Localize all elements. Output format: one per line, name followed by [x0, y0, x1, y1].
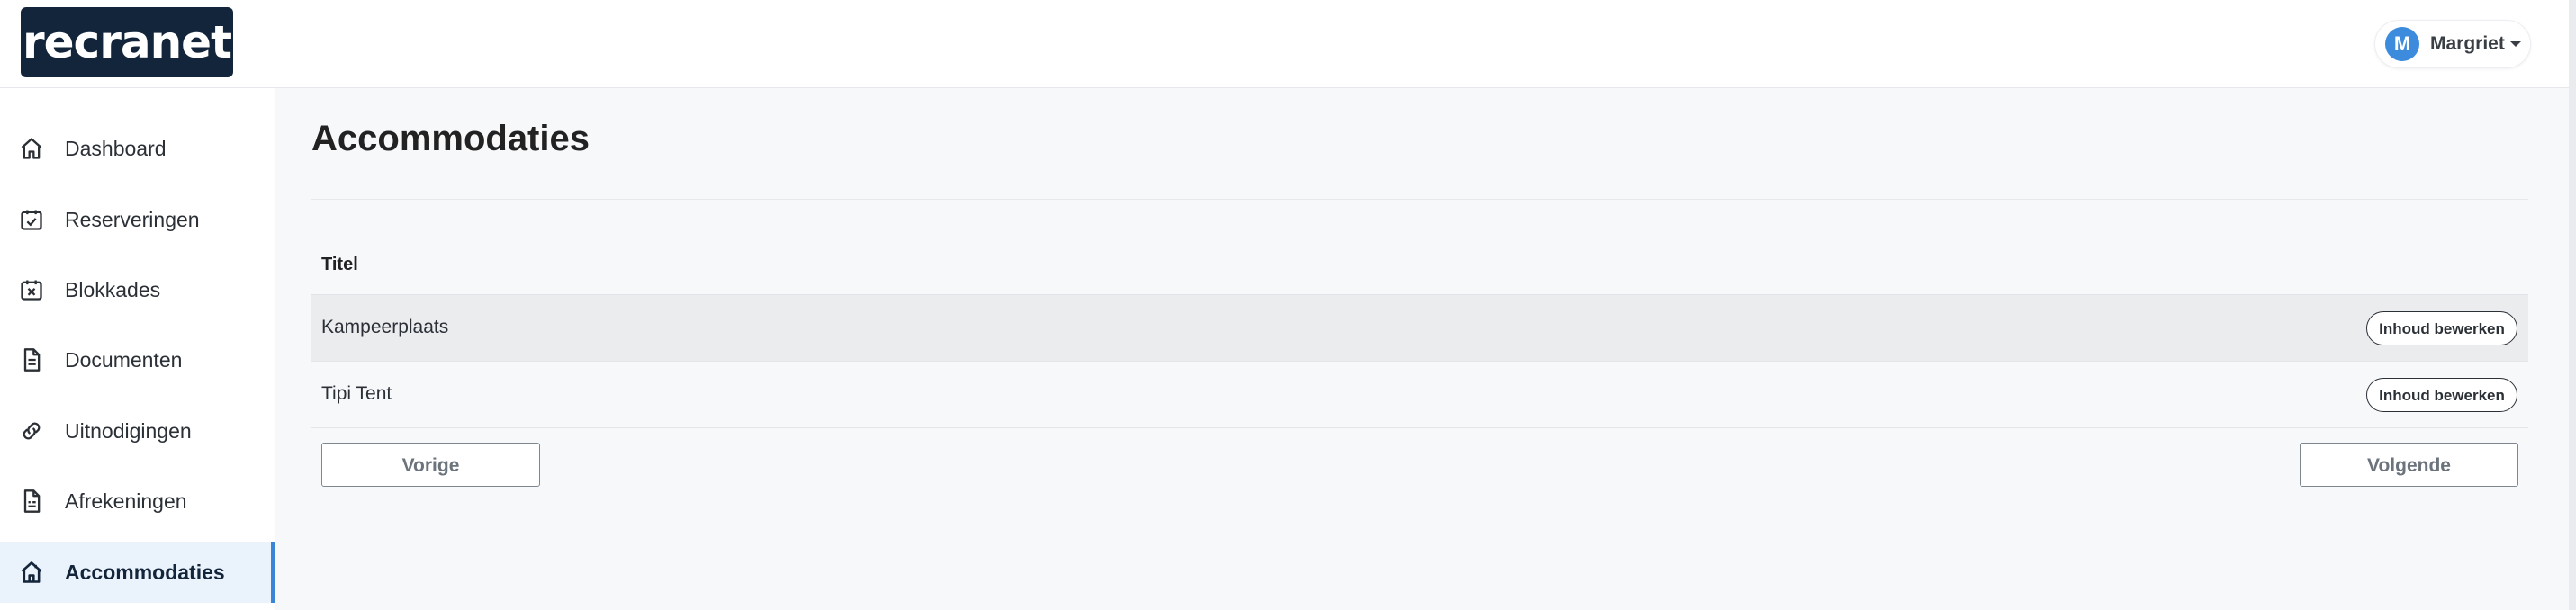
home-icon [21, 138, 42, 159]
sidebar-item-label: Dashboard [65, 136, 167, 160]
sidebar-item-label: Reserveringen [65, 207, 200, 231]
link-icon [23, 422, 41, 440]
table-row[interactable]: Kampeerplaats Inhoud bewerken [311, 295, 2528, 362]
scrollbar[interactable] [2569, 0, 2576, 610]
recranet-logo[interactable]: recranet [21, 7, 233, 77]
previous-page-button[interactable]: Vorige [321, 443, 540, 487]
sidebar-item-afrekeningen[interactable]: Afrekeningen [0, 471, 275, 532]
avatar: M [2385, 27, 2419, 61]
sidebar: Dashboard Reserveringen Blokkades Docume… [0, 88, 275, 610]
document-icon [23, 348, 41, 372]
table-row[interactable]: Tipi Tent Inhoud bewerken [311, 362, 2528, 428]
sidebar-item-documenten[interactable]: Documenten [0, 329, 275, 390]
user-name: Margriet [2430, 33, 2505, 54]
sidebar-item-reserveringen[interactable]: Reserveringen [0, 189, 275, 250]
next-page-button[interactable]: Volgende [2300, 443, 2518, 487]
sidebar-item-label: Blokkades [65, 277, 161, 301]
sidebar-item-dashboard[interactable]: Dashboard [0, 118, 275, 179]
row-title: Tipi Tent [321, 383, 392, 404]
row-title: Kampeerplaats [321, 317, 449, 337]
divider [311, 199, 2528, 200]
sidebar-item-accommodaties[interactable]: Accommodaties [0, 542, 275, 603]
sidebar-item-label: Uitnodigingen [65, 418, 192, 443]
house-icon [21, 561, 42, 583]
top-header: recranet M Margriet [0, 0, 2569, 88]
calendar-x-icon [21, 280, 42, 301]
edit-content-button[interactable]: Inhoud bewerken [2366, 311, 2517, 345]
column-header-title: Titel [321, 255, 358, 274]
sidebar-item-label: Accommodaties [65, 560, 225, 584]
user-menu-button[interactable]: M Margriet [2374, 20, 2531, 68]
table-header: Titel [311, 238, 2528, 295]
sidebar-item-label: Documenten [65, 347, 183, 372]
sidebar-item-uitnodigingen[interactable]: Uitnodigingen [0, 400, 275, 462]
calendar-check-icon [21, 210, 42, 230]
caret-down-icon [2509, 41, 2521, 47]
page-title: Accommodaties [311, 119, 590, 158]
edit-content-button[interactable]: Inhoud bewerken [2366, 378, 2517, 412]
receipt-icon [23, 489, 41, 513]
sidebar-item-blokkades[interactable]: Blokkades [0, 259, 275, 320]
sidebar-item-label: Afrekeningen [65, 489, 187, 513]
